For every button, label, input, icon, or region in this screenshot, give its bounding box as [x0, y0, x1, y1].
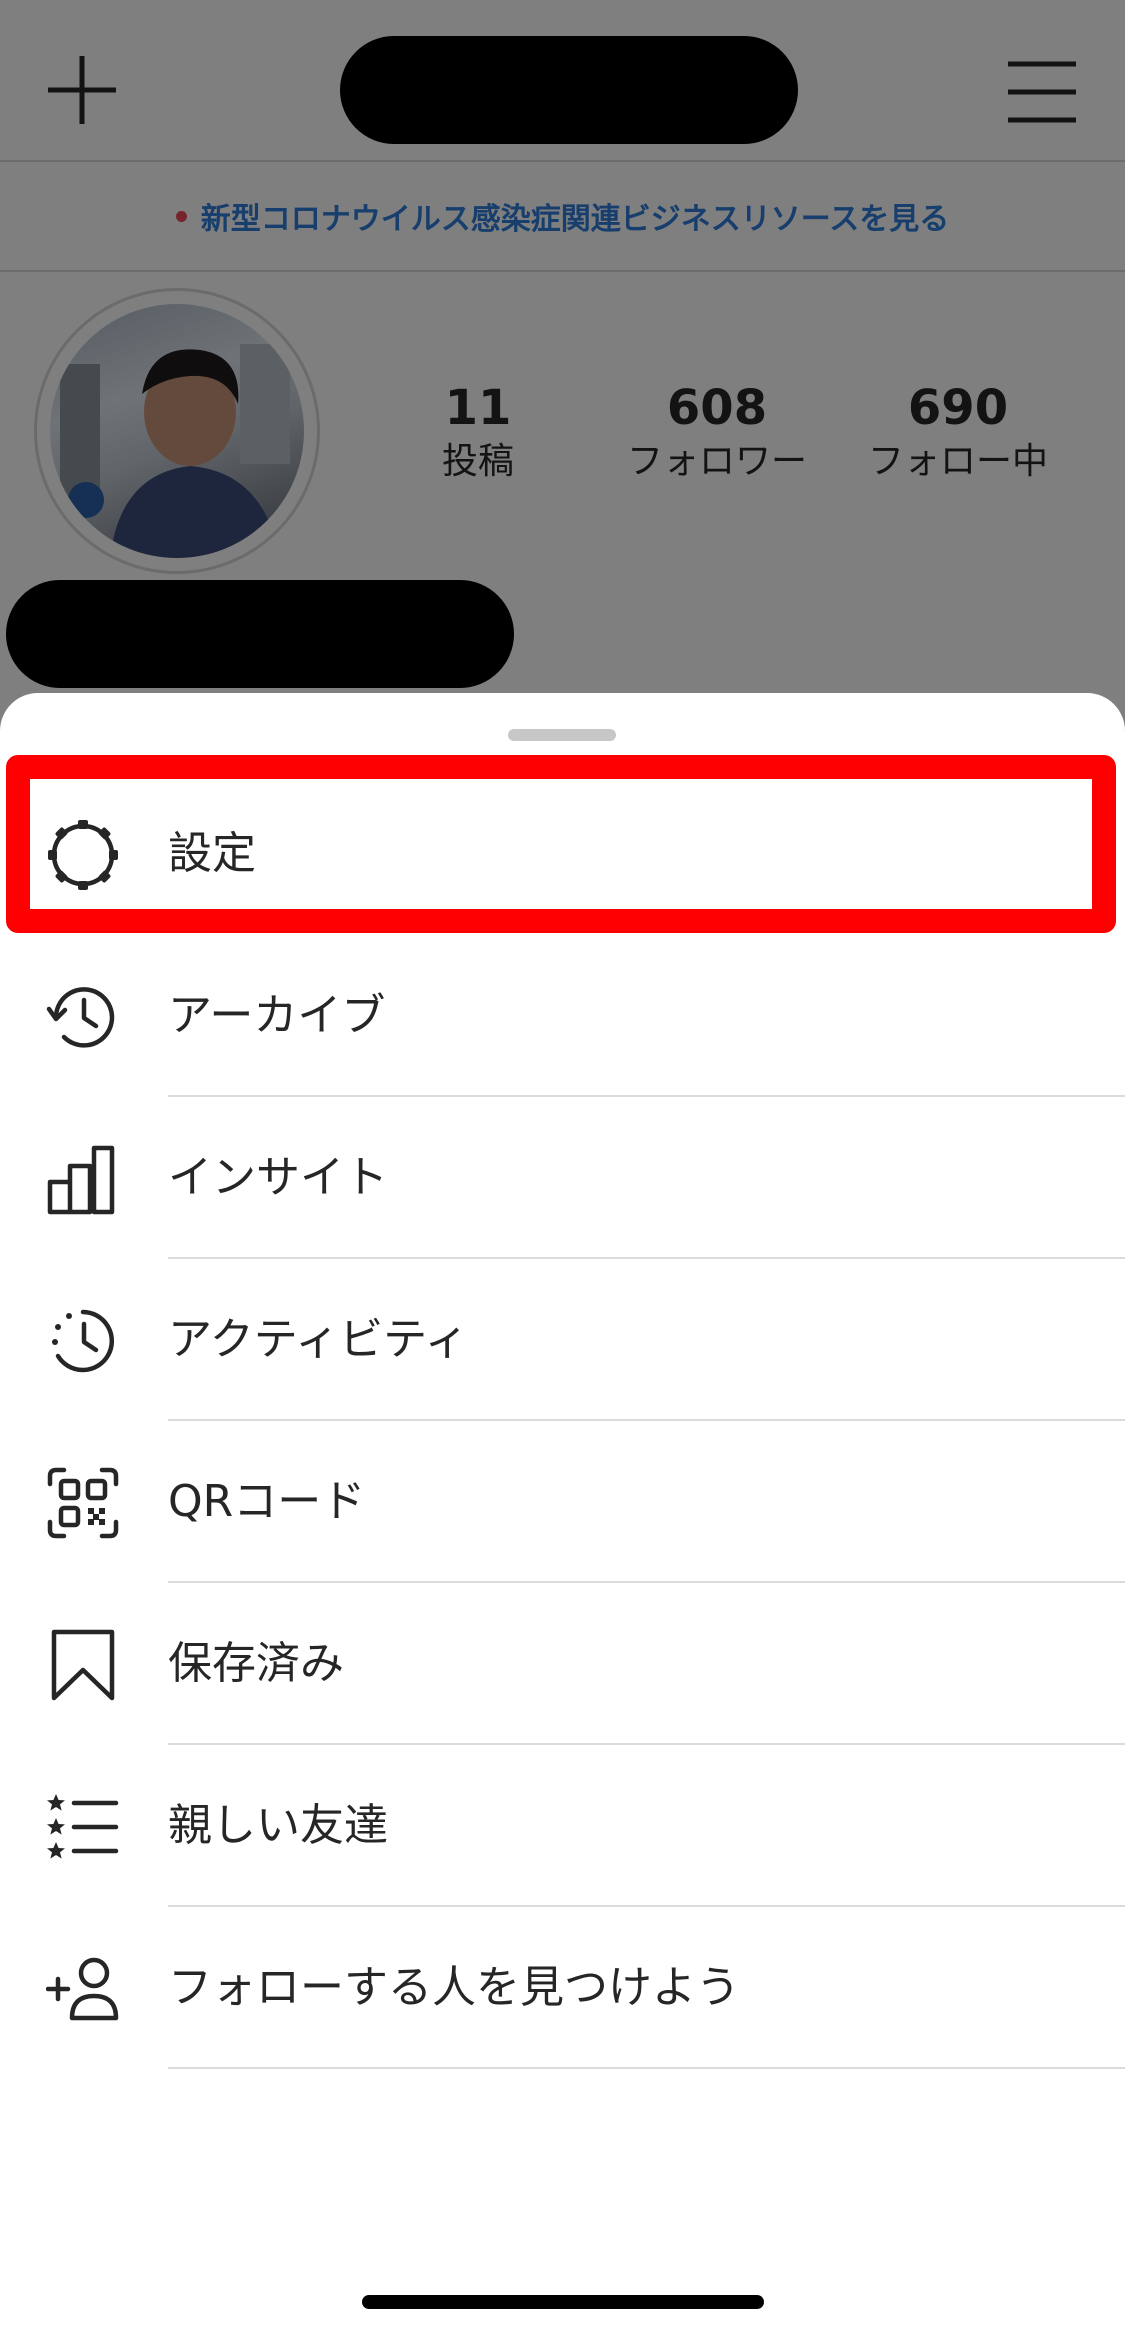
menu-item-label: インサイト — [168, 1152, 388, 1203]
settings-highlight-box — [6, 755, 1116, 933]
menu-item-label: アクティビティ — [168, 1314, 469, 1365]
qr-code-icon — [46, 1466, 120, 1540]
activity-clock-icon — [46, 1304, 120, 1378]
bookmark-icon — [46, 1628, 120, 1702]
menu-item-saved[interactable]: 保存済み — [0, 1583, 1125, 1745]
menu-item-insights[interactable]: インサイト — [0, 1097, 1125, 1259]
menu-item-label: 保存済み — [168, 1638, 344, 1689]
menu-item-close-friends[interactable]: 親しい友達 — [0, 1745, 1125, 1907]
menu-item-activity[interactable]: アクティビティ — [0, 1259, 1125, 1421]
menu-item-archive[interactable]: アーカイブ — [0, 935, 1125, 1097]
menu-item-label: フォローする人を見つけよう — [168, 1962, 740, 2013]
archive-history-icon — [46, 980, 120, 1054]
menu-item-qr-code[interactable]: QRコード — [0, 1421, 1125, 1583]
add-person-icon — [46, 1952, 120, 2026]
menu-item-label: QRコード — [168, 1476, 366, 1527]
home-indicator — [362, 2295, 764, 2309]
divider — [168, 2067, 1125, 2069]
options-bottom-sheet: 設定 アーカイブ インサイト アクティビティ QRコード 保存済み 親しい友達 … — [0, 693, 1125, 2330]
menu-item-label: 親しい友達 — [168, 1800, 388, 1851]
menu-item-discover-people[interactable]: フォローする人を見つけよう — [0, 1907, 1125, 2069]
sheet-grabber[interactable] — [508, 729, 616, 741]
close-friends-list-icon — [46, 1790, 120, 1864]
insights-bar-chart-icon — [46, 1142, 120, 1216]
menu-item-label: アーカイブ — [168, 990, 386, 1041]
